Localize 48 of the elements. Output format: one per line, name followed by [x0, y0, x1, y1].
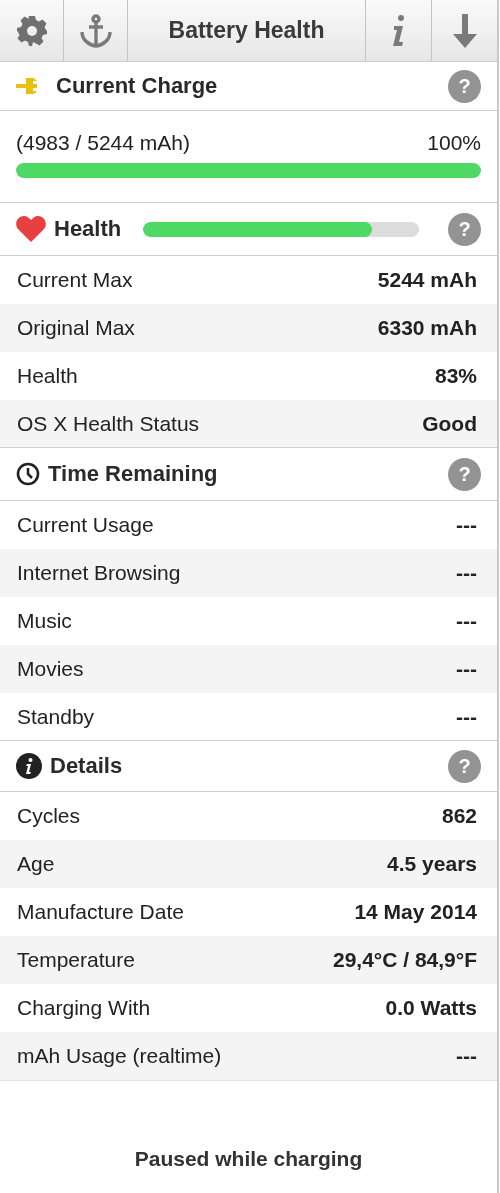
row-value: 29,4°C / 84,9°F	[332, 948, 477, 972]
row-value: 83%	[434, 364, 477, 388]
row-label: Manufacture Date	[17, 900, 184, 924]
row-label: Health	[17, 364, 78, 388]
row-label: Temperature	[17, 948, 135, 972]
anchor-icon	[77, 13, 114, 48]
row-value: ---	[456, 1044, 477, 1068]
charge-percent: 100%	[427, 131, 481, 155]
help-button[interactable]: ?	[448, 457, 481, 491]
row-value: ---	[456, 609, 477, 633]
row-value: Good	[422, 412, 477, 436]
section-title: Time Remaining	[48, 461, 218, 487]
row-value: 4.5 years	[387, 852, 477, 876]
row-label: Age	[17, 852, 55, 876]
charge-reading: (4983 / 5244 mAh)	[16, 131, 190, 155]
row-label: Current Max	[17, 268, 133, 292]
help-button[interactable]: ?	[448, 69, 481, 103]
row-value: ---	[456, 513, 477, 537]
down-arrow-icon	[452, 13, 477, 48]
heart-icon	[16, 216, 46, 242]
settings-icon	[15, 14, 48, 47]
row-label: Current Usage	[17, 513, 154, 537]
section-title: Health	[54, 216, 122, 242]
row-label: Music	[17, 609, 72, 633]
section-title: Details	[50, 753, 123, 779]
status-text: Paused while charging	[134, 1147, 363, 1171]
row-value: 5244 mAh	[377, 268, 477, 292]
clock-icon	[16, 462, 40, 486]
row-label: mAh Usage (realtime)	[17, 1044, 222, 1068]
row-value: ---	[456, 705, 477, 729]
row-label: Cycles	[17, 804, 80, 828]
row-label: Original Max	[17, 316, 135, 340]
row-label: Charging With	[17, 996, 151, 1020]
help-button[interactable]: ?	[448, 749, 481, 783]
help-button[interactable]: ?	[448, 212, 481, 246]
row-value: 14 May 2014	[354, 900, 477, 924]
section-title: Current Charge	[56, 73, 218, 99]
info-icon	[16, 753, 42, 779]
row-value: 6330 mAh	[377, 316, 477, 340]
row-value: ---	[456, 561, 477, 585]
row-value: 0.0 Watts	[385, 996, 477, 1020]
row-label: Internet Browsing	[17, 561, 181, 585]
row-label: Movies	[17, 657, 84, 681]
row-value: 862	[441, 804, 477, 828]
row-label: Standby	[17, 705, 95, 729]
window-title: Battery Health	[167, 16, 326, 45]
row-label: OS X Health Status	[17, 412, 200, 436]
row-value: ---	[456, 657, 477, 681]
